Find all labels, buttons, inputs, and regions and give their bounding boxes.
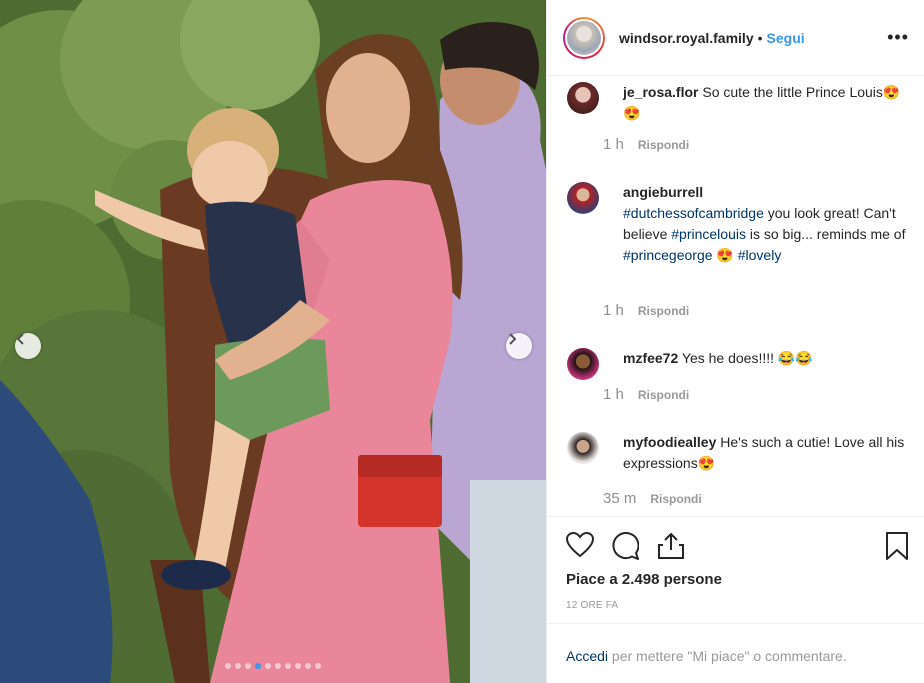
- comment-message: 😍: [712, 247, 738, 263]
- comment-meta: 1 h Rispondi: [603, 136, 689, 153]
- comment-item: angieburrell #dutchessofcambridge you lo…: [567, 182, 907, 266]
- commenter-avatar[interactable]: [567, 432, 599, 464]
- chevron-left-icon: [16, 333, 24, 345]
- reply-button[interactable]: Rispondi: [638, 388, 689, 402]
- follow-button[interactable]: Segui: [767, 30, 805, 46]
- more-options-icon[interactable]: •••: [887, 27, 909, 48]
- commenter-username[interactable]: mzfee72: [623, 350, 678, 366]
- hashtag-link[interactable]: #princegeorge: [623, 247, 713, 263]
- commenter-username[interactable]: je_rosa.flor: [623, 84, 698, 100]
- comment-meta: 35 m Rispondi: [603, 490, 702, 507]
- hashtag-link[interactable]: #princelouis: [671, 226, 746, 242]
- comment-icon[interactable]: [611, 532, 639, 560]
- carousel-dot: [315, 663, 321, 669]
- comment-item: myfoodiealley He's such a cutie! Love al…: [567, 432, 907, 474]
- likes-count[interactable]: Piace a 2.498 persone: [566, 571, 722, 588]
- comment-time: 1 h: [603, 136, 624, 153]
- carousel-dot: [235, 663, 241, 669]
- carousel-dot: [285, 663, 291, 669]
- hashtag-link[interactable]: #dutchessofcambridge: [623, 205, 764, 221]
- carousel-dot: [265, 663, 271, 669]
- heart-icon[interactable]: [566, 532, 594, 558]
- post-timestamp: 12 ORE FA: [566, 600, 619, 611]
- login-prompt-text: per mettere "Mi piace" o commentare.: [608, 648, 847, 664]
- hashtag-link[interactable]: #lovely: [738, 247, 782, 263]
- photo-illustration: [0, 0, 546, 683]
- comment-message: Yes he does!!!! 😂😂: [678, 350, 813, 366]
- share-icon[interactable]: [657, 532, 685, 560]
- post-actions: Piace a 2.498 persone 12 ORE FA: [547, 516, 924, 623]
- comment-meta: 1 h Rispondi: [603, 386, 689, 403]
- carousel-dot: [305, 663, 311, 669]
- commenter-avatar[interactable]: [567, 348, 599, 380]
- author-avatar[interactable]: [563, 16, 605, 59]
- comment-text: je_rosa.flor So cute the little Prince L…: [623, 82, 907, 124]
- reply-button[interactable]: Rispondi: [638, 138, 689, 152]
- carousel-dot: [225, 663, 231, 669]
- comment-time: 35 m: [603, 490, 637, 507]
- reply-button[interactable]: Rispondi: [638, 304, 689, 318]
- carousel-dot: [245, 663, 251, 669]
- reply-button[interactable]: Rispondi: [650, 492, 701, 506]
- post-header: windsor.royal.family • Segui •••: [547, 0, 924, 76]
- carousel-dot: [255, 663, 261, 669]
- comment-text: myfoodiealley He's such a cutie! Love al…: [623, 432, 907, 474]
- comment-meta: 1 h Rispondi: [603, 302, 689, 319]
- comment-item: je_rosa.flor So cute the little Prince L…: [567, 82, 907, 124]
- bookmark-icon[interactable]: [885, 532, 909, 560]
- carousel-dot: [295, 663, 301, 669]
- post-photo[interactable]: [0, 0, 546, 683]
- commenter-avatar[interactable]: [567, 182, 599, 214]
- commenter-avatar[interactable]: [567, 82, 599, 114]
- comment-text: mzfee72 Yes he does!!!! 😂😂: [623, 348, 813, 380]
- comment-text: angieburrell #dutchessofcambridge you lo…: [623, 182, 907, 266]
- separator-bullet: •: [757, 29, 763, 46]
- author-username[interactable]: windsor.royal.family: [619, 30, 754, 46]
- comment-time: 1 h: [603, 302, 624, 319]
- carousel-indicator: [0, 663, 546, 669]
- comment-message: is so big... reminds me of: [745, 226, 906, 242]
- carousel-next-button[interactable]: [506, 333, 532, 359]
- chevron-right-icon: [509, 333, 517, 345]
- login-link[interactable]: Accedi: [566, 648, 608, 664]
- comment-item: mzfee72 Yes he does!!!! 😂😂: [567, 348, 907, 380]
- comment-list[interactable]: je_rosa.flor So cute the little Prince L…: [547, 76, 924, 516]
- carousel-prev-button[interactable]: [15, 333, 41, 359]
- carousel-dot: [275, 663, 281, 669]
- login-prompt: Accedi per mettere "Mi piace" o commenta…: [547, 623, 924, 683]
- commenter-username[interactable]: myfoodiealley: [623, 434, 716, 450]
- post-sidebar: windsor.royal.family • Segui ••• je_rosa…: [546, 0, 924, 683]
- commenter-username[interactable]: angieburrell: [623, 184, 703, 200]
- comment-time: 1 h: [603, 386, 624, 403]
